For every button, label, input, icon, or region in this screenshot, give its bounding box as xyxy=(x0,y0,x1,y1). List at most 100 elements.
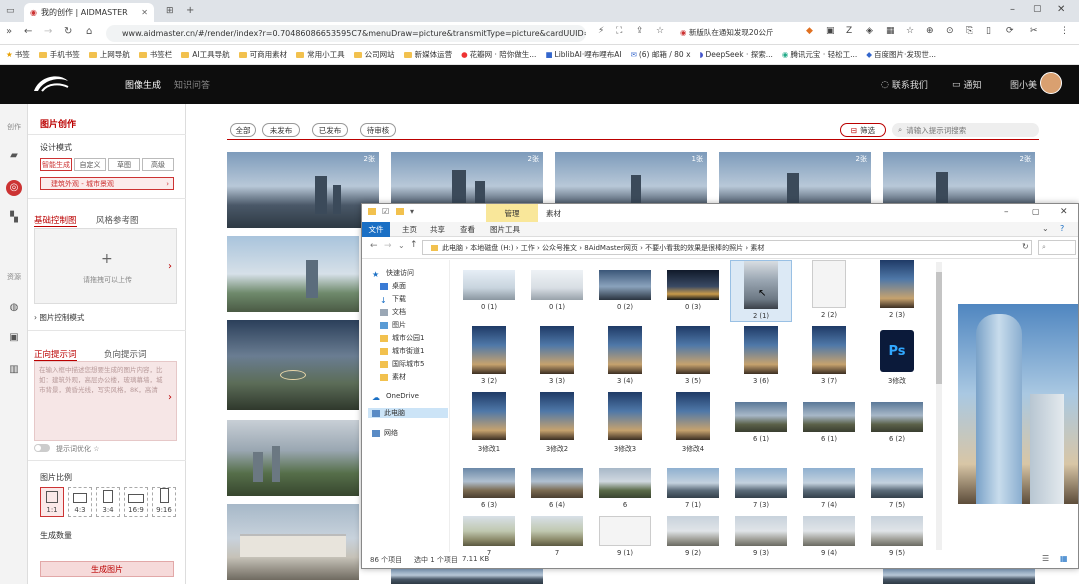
bookmark-item[interactable]: ■ LiblibAI·哩布哩布AI xyxy=(545,49,621,60)
tab-style-ref[interactable]: 风格参考图 xyxy=(96,214,139,226)
ratio-1-1[interactable]: 1:1 xyxy=(40,487,64,517)
nav-desktop[interactable]: 桌面 xyxy=(380,281,406,291)
dropdown-icon[interactable]: ▾ xyxy=(410,207,414,216)
file-item[interactable]: 3修改4 xyxy=(662,392,724,454)
forward-icon[interactable]: → xyxy=(384,241,392,251)
bookmark-item[interactable]: 上网导航 xyxy=(88,49,130,60)
file-item[interactable]: 0 (1) xyxy=(458,260,520,322)
bookmark-item[interactable]: ◆ 百度图片·发现世... xyxy=(866,49,936,60)
reading-icon[interactable]: ⊙ xyxy=(946,26,954,36)
mode-smart[interactable]: 智能生成 xyxy=(40,158,72,171)
download-icon[interactable]: ⊕ xyxy=(926,26,934,36)
reload-icon[interactable]: ↻ xyxy=(64,26,72,37)
contact-link[interactable]: ◌ 联系我们 xyxy=(881,78,928,92)
collections-icon[interactable]: ⎘ xyxy=(966,26,973,36)
forward-icon[interactable]: → xyxy=(44,26,52,37)
bookmark-item[interactable]: ★ 书签 xyxy=(6,49,30,60)
path-field[interactable]: 此电脑 › 本地磁盘 (H:) › 工作 › 公众号推文 › 8AidMaste… xyxy=(422,240,1032,255)
nav-folder[interactable]: 国际城市5 xyxy=(380,359,424,369)
nav-knowledge[interactable]: 知识问答 xyxy=(174,78,210,91)
avatar[interactable] xyxy=(1040,72,1062,94)
ribbon-tab-home[interactable]: 主页 xyxy=(402,224,417,235)
file-item[interactable]: 3 (7) xyxy=(798,326,860,388)
minimize-icon[interactable]: – xyxy=(1004,207,1009,217)
layers-icon[interactable]: ▰ xyxy=(6,150,22,164)
file-item[interactable]: 3修改1 xyxy=(458,392,520,454)
gallery-card[interactable] xyxy=(227,420,359,496)
ribbon-tab-picture-tools[interactable]: 图片工具 xyxy=(490,224,520,235)
file-item[interactable]: 3 (6) xyxy=(730,326,792,388)
file-item[interactable]: 2 (3) xyxy=(866,260,928,322)
nav-folder[interactable]: 素材 xyxy=(380,372,406,382)
up-icon[interactable]: ↑ xyxy=(410,240,418,250)
explorer-search-input[interactable]: ⌕ xyxy=(1038,240,1076,255)
file-item-psd[interactable]: Ps 3修改 xyxy=(866,326,928,388)
aidmaster-logo-icon[interactable] xyxy=(30,73,72,95)
close-tab-icon[interactable]: ✕ xyxy=(141,8,148,17)
nav-quick-access[interactable]: ★ 快速访问 xyxy=(372,268,414,279)
star-icon[interactable]: ☆ xyxy=(656,26,664,36)
bookmark-item[interactable]: ✉ (6) 邮箱 / 80 x xyxy=(631,49,691,60)
notification-link[interactable]: ▭ 通知 xyxy=(952,78,982,92)
username[interactable]: 图小美 xyxy=(1010,78,1037,91)
file-item[interactable]: 0 (2) xyxy=(594,260,656,322)
file-item[interactable]: 3修改3 xyxy=(594,392,656,454)
nav-documents[interactable]: 文档 xyxy=(380,307,406,317)
chevron-down-icon[interactable]: ⌄ xyxy=(398,241,405,250)
file-item[interactable]: 6 (1) xyxy=(730,392,792,454)
close-window-icon[interactable]: ✕ xyxy=(1057,4,1065,15)
new-folder-icon[interactable] xyxy=(396,208,404,215)
sidebar-toggle-icon[interactable]: ▭ xyxy=(6,6,15,16)
tab-active[interactable]: ◉ 我的创作 | AIDMASTER ✕ xyxy=(24,3,154,22)
gallery-card[interactable] xyxy=(227,320,359,410)
bookmark-item[interactable]: 手机书签 xyxy=(38,49,80,60)
quick-save-icon[interactable]: ☑ xyxy=(382,207,389,216)
gallery-card[interactable]: 2张 xyxy=(227,152,379,228)
scrollbar-track[interactable] xyxy=(936,262,942,550)
new-tab-button[interactable]: + xyxy=(186,5,194,16)
url-field[interactable]: www.aidmaster.cn/#/render/index?r=0.7048… xyxy=(106,25,586,42)
ribbon-tab-view[interactable]: 查看 xyxy=(460,224,475,235)
file-item[interactable]: 0 (1) xyxy=(526,260,588,322)
bookmark-item[interactable]: 公司网站 xyxy=(353,49,395,60)
file-item[interactable]: 2 (2) xyxy=(798,260,860,322)
tools-icon[interactable]: ✂ xyxy=(1030,26,1038,36)
maximize-icon[interactable]: ▢ xyxy=(1032,207,1040,216)
file-item[interactable]: 3 (3) xyxy=(526,326,588,388)
file-item[interactable]: 3 (2) xyxy=(458,326,520,388)
filter-all[interactable]: 全部 xyxy=(230,123,256,137)
mode-sketch[interactable]: 草图 xyxy=(108,158,140,171)
bookmark-item[interactable]: AI工具导航 xyxy=(181,49,230,60)
notice-text[interactable]: ◉ 新版队在通知发现20公斤 xyxy=(680,27,780,38)
filter-published[interactable]: 已发布 xyxy=(312,123,348,137)
new-tab-icon[interactable]: ⊞ xyxy=(166,6,174,16)
search-input[interactable]: ⌕ 请输入提示词搜索 xyxy=(892,123,1039,137)
ext-diamond-icon[interactable]: ◆ xyxy=(806,26,813,36)
file-item[interactable]: 6 (2) xyxy=(866,392,928,454)
ext-z-icon[interactable]: Z xyxy=(846,26,852,36)
mode-advanced[interactable]: 高级 xyxy=(142,158,174,171)
ratio-4-3[interactable]: 4:3 xyxy=(68,487,92,517)
generate-button[interactable]: 生成图片 xyxy=(40,561,174,577)
maximize-icon[interactable]: ▢ xyxy=(1033,4,1042,14)
advanced-toggle[interactable]: › 图片控制模式 xyxy=(34,312,84,323)
tab-positive-prompt[interactable]: 正向提示词 xyxy=(34,348,77,361)
history-icon[interactable]: ☆ xyxy=(906,26,914,36)
tiles-view-icon[interactable]: ▦ xyxy=(1060,554,1068,563)
chart-icon[interactable]: ▥ xyxy=(6,364,22,378)
nav-downloads[interactable]: ↓ 下载 xyxy=(380,294,406,305)
image-create-icon[interactable]: ◎ xyxy=(6,180,22,196)
prompt-textarea[interactable]: 在输入框中描述您想要生成的图片内容，比如：建筑外观，高层办公楼，玻璃幕墙，城市背… xyxy=(34,361,177,441)
folder-rail-icon[interactable]: ◍ xyxy=(6,302,22,316)
ext-dot-icon[interactable]: ◈ xyxy=(866,26,873,36)
ratio-3-4[interactable]: 3:4 xyxy=(96,487,120,517)
tab-base-control[interactable]: 基础控制图 xyxy=(34,214,77,227)
ratio-9-16[interactable]: 9:16 xyxy=(152,487,176,517)
filter-unpublished[interactable]: 未发布 xyxy=(262,123,300,137)
ribbon-tab-file[interactable]: 文件 xyxy=(362,222,390,237)
nav-folder[interactable]: 城市公园1 xyxy=(380,333,424,343)
bookmark-item[interactable]: 新媒体运营 xyxy=(403,49,452,60)
bookmark-item[interactable]: ● 花瓣网 · 陪你做生... xyxy=(461,49,536,60)
refresh-icon[interactable]: ↻ xyxy=(1022,242,1029,251)
file-item[interactable]: 3修改2 xyxy=(526,392,588,454)
